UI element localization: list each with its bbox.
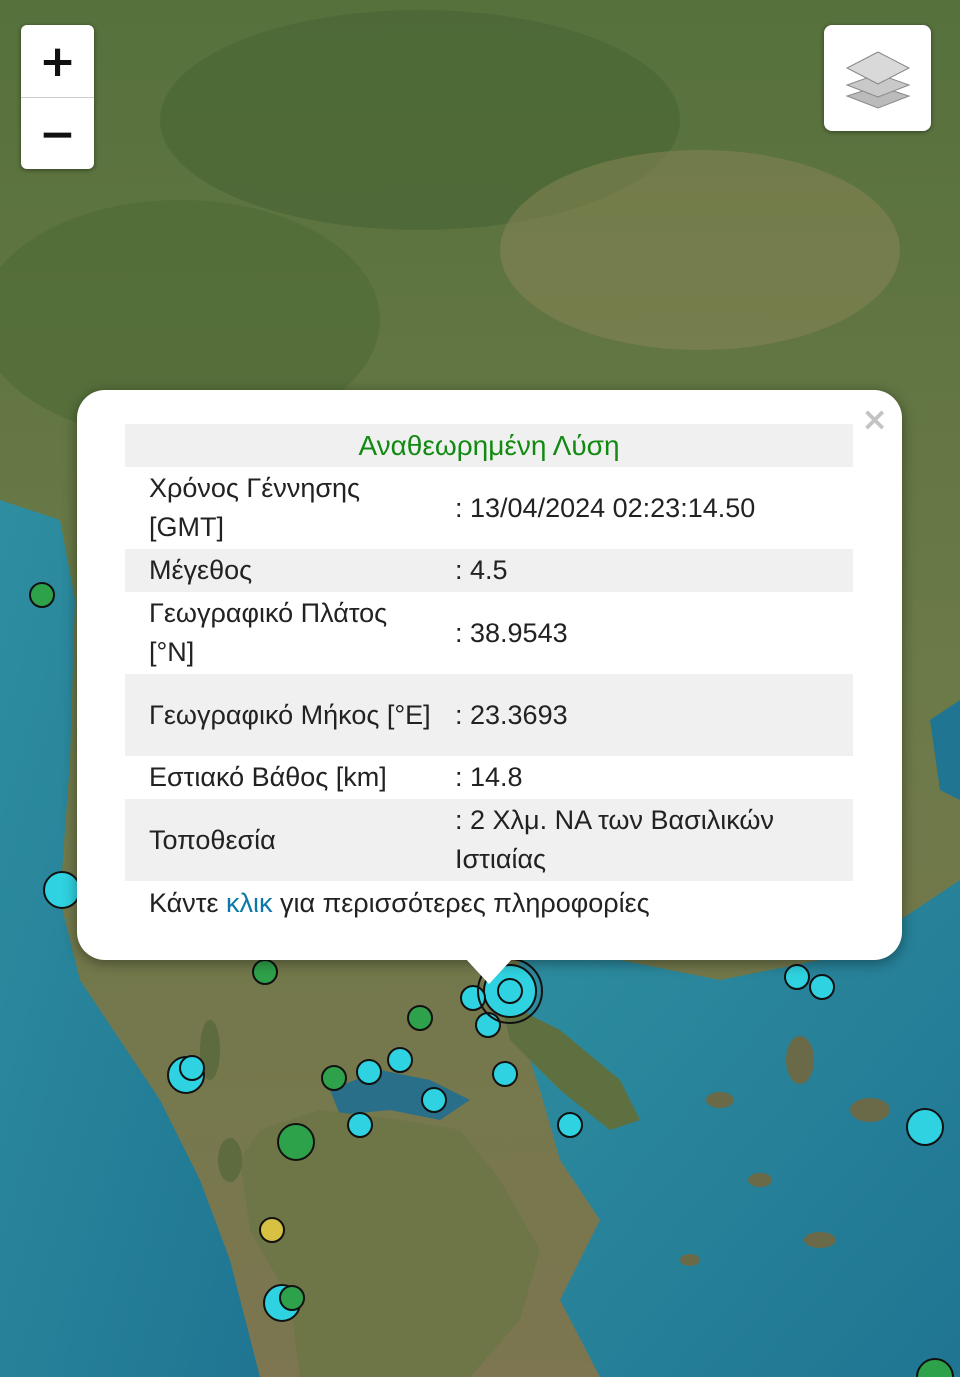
depth-value: : 14.8 — [455, 762, 523, 792]
earthquake-marker[interactable] — [557, 1112, 583, 1138]
earthquake-marker[interactable] — [916, 1358, 954, 1377]
earthquake-marker[interactable] — [252, 959, 278, 985]
more-info-link[interactable]: κλικ — [226, 888, 273, 918]
earthquake-marker[interactable] — [421, 1087, 447, 1113]
earthquake-marker[interactable] — [29, 582, 55, 608]
popup-title: Αναθεωρημένη Λύση — [125, 424, 853, 467]
layers-icon — [845, 51, 910, 109]
magnitude-value: : 4.5 — [431, 549, 853, 592]
earthquake-marker[interactable] — [279, 1285, 305, 1311]
close-button[interactable]: × — [861, 400, 888, 438]
popup-tip — [465, 958, 513, 984]
earthquake-marker[interactable] — [43, 871, 81, 909]
location-value: : 2 Χλμ. ΝΑ των Βασιλικών Ιστιαίας — [431, 799, 853, 881]
table-row: Γεωγραφικό Πλάτος [°N] : 38.9543 — [125, 592, 853, 674]
more-info-prefix: Κάντε — [149, 888, 226, 918]
magnitude-label: Μέγεθος — [125, 549, 431, 592]
earthquake-marker[interactable] — [179, 1055, 205, 1081]
more-info-text: Κάντε κλικ για περισσότερες πληροφορίες — [149, 888, 650, 919]
layers-button[interactable] — [824, 25, 931, 131]
longitude-value: : 23.3693 — [431, 674, 853, 756]
earthquake-marker[interactable] — [492, 1061, 518, 1087]
earthquake-info-popup: × Αναθεωρημένη Λύση Χρόνος Γέννησης [GMT… — [77, 390, 902, 960]
more-info-suffix: για περισσότερες πληροφορίες — [272, 888, 650, 918]
earthquake-marker[interactable] — [475, 1012, 501, 1038]
earthquake-marker[interactable] — [347, 1112, 373, 1138]
table-row: Γεωγραφικό Μήκος [°E] : 23.3693 — [125, 674, 853, 756]
earthquake-marker[interactable] — [277, 1123, 315, 1161]
zoom-control: + − — [21, 25, 94, 169]
earthquake-marker[interactable] — [809, 974, 835, 1000]
zoom-in-button[interactable]: + — [21, 25, 94, 97]
origin-time-value: : 13/04/2024 02:23:14.50 — [455, 492, 756, 523]
earthquake-marker[interactable] — [784, 964, 810, 990]
earthquake-marker[interactable] — [356, 1059, 382, 1085]
depth-label: Εστιακό Βάθος [km] — [149, 762, 387, 792]
earthquake-marker[interactable] — [259, 1217, 285, 1243]
origin-time-label: Χρόνος Γέννησης [GMT] — [149, 473, 361, 542]
table-row: Μέγεθος : 4.5 — [125, 549, 853, 592]
table-row: Εστιακό Βάθος [km] : 14.8 — [125, 756, 853, 799]
location-label: Τοποθεσία — [125, 799, 431, 881]
longitude-label: Γεωγραφικό Μήκος [°E] — [125, 674, 431, 756]
earthquake-marker[interactable] — [407, 1005, 433, 1031]
latitude-label: Γεωγραφικό Πλάτος [°N] — [149, 598, 388, 667]
earthquake-marker[interactable] — [906, 1108, 944, 1146]
earthquake-marker[interactable] — [387, 1047, 413, 1073]
earthquake-marker[interactable] — [321, 1065, 347, 1091]
earthquake-details-table: Χρόνος Γέννησης [GMT] : 13/04/2024 02:23… — [125, 467, 853, 881]
table-row: Τοποθεσία : 2 Χλμ. ΝΑ των Βασιλικών Ιστι… — [125, 799, 853, 881]
latitude-value: : 38.9543 — [455, 617, 568, 648]
zoom-out-button[interactable]: − — [21, 97, 94, 169]
table-row: Χρόνος Γέννησης [GMT] : 13/04/2024 02:23… — [125, 467, 853, 549]
